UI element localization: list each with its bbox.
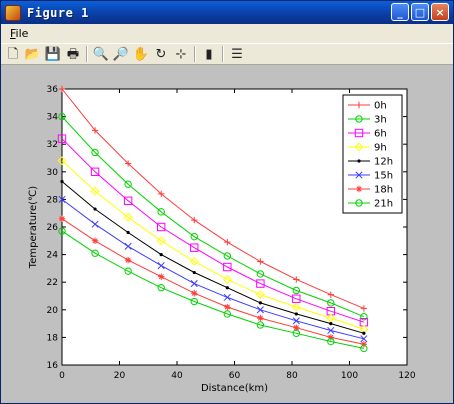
x-tick-label: 0	[59, 371, 65, 381]
legend-box	[342, 94, 403, 214]
legend: 0h 3h 6h 9h 12h 15h 18h 21h	[342, 94, 403, 214]
legend-label: 12h	[374, 157, 393, 168]
data-point	[294, 312, 298, 316]
toolbar-separator	[86, 46, 88, 62]
data-point	[362, 331, 366, 335]
figure-window: Figure 1 _ □ × File 🗋 📂 💾 🖶 🔍 🔎 ✋ ↻ ⊹ ▮ ☰ 0 20 40 60 8…	[0, 0, 454, 404]
line-chart: 0 20 40 60 80 100 120 16 18 20 22 24 26 28 30 32 34 36 Dis…	[28, 85, 416, 394]
legend-label: 0h	[374, 101, 387, 112]
open-file-icon[interactable]: 📂	[23, 44, 43, 64]
data-point	[159, 253, 163, 257]
y-tick-label: 16	[47, 361, 59, 371]
y-tick-label: 34	[47, 113, 59, 123]
window-controls: _ □ ×	[391, 3, 449, 21]
toolbar-separator	[222, 46, 224, 62]
colorbar-icon[interactable]: ▮	[199, 44, 219, 64]
maximize-button[interactable]: □	[411, 3, 429, 21]
data-point	[192, 270, 196, 275]
x-tick-label: 80	[286, 371, 298, 381]
menu-file[interactable]: File	[5, 27, 33, 40]
y-axis-label: Temperature(℃)	[28, 186, 39, 269]
window-title: Figure 1	[27, 5, 89, 20]
data-point	[93, 207, 97, 211]
y-tick-label: 20	[47, 306, 59, 316]
y-tick-label: 30	[47, 168, 59, 178]
menu-file-rest: ile	[15, 27, 29, 40]
data-point	[60, 179, 64, 184]
pan-icon[interactable]: ✋	[131, 44, 151, 64]
legend-icon[interactable]: ☰	[227, 44, 247, 64]
legend-label: 18h	[374, 185, 393, 196]
toolbar: 🗋 📂 💾 🖶 🔍 🔎 ✋ ↻ ⊹ ▮ ☰	[1, 43, 453, 65]
data-point	[258, 301, 262, 305]
legend-label: 6h	[374, 129, 387, 140]
y-tick-label: 18	[47, 333, 59, 343]
data-point	[329, 322, 333, 326]
y-tick-label: 26	[47, 223, 59, 233]
data-point	[126, 230, 130, 235]
legend-label: 3h	[374, 115, 387, 126]
rotate-3d-icon[interactable]: ↻	[151, 44, 171, 64]
x-tick-label: 40	[171, 371, 183, 381]
data-point	[357, 159, 361, 163]
x-axis-label: Distance(km)	[201, 383, 268, 394]
data-cursor-icon[interactable]: ⊹	[171, 44, 191, 64]
menu-bar: File	[1, 24, 453, 43]
legend-label: 21h	[374, 199, 393, 210]
x-tick-label: 120	[398, 371, 415, 381]
data-point	[225, 286, 229, 290]
y-tick-label: 28	[47, 195, 59, 205]
new-figure-icon[interactable]: 🗋	[3, 44, 23, 64]
save-icon[interactable]: 💾	[43, 44, 63, 64]
legend-label: 9h	[374, 143, 387, 154]
y-tick-label: 24	[47, 251, 59, 261]
y-tick-label: 36	[47, 85, 59, 95]
x-tick-label: 60	[229, 371, 241, 381]
print-icon[interactable]: 🖶	[63, 44, 83, 64]
figure-canvas: 0 20 40 60 80 100 120 16 18 20 22 24 26 28 30 32 34 36 Dis…	[1, 65, 453, 403]
minimize-button[interactable]: _	[391, 3, 409, 21]
zoom-in-icon[interactable]: 🔍	[91, 44, 111, 64]
legend-label: 15h	[374, 171, 393, 182]
title-bar[interactable]: Figure 1 _ □ ×	[1, 1, 453, 24]
matlab-icon	[5, 4, 21, 21]
zoom-out-icon[interactable]: 🔎	[111, 44, 131, 64]
y-tick-label: 32	[47, 140, 58, 150]
data-point	[58, 215, 66, 222]
y-tick-label: 22	[47, 278, 58, 288]
data-point	[224, 303, 231, 311]
x-tick-label: 20	[114, 371, 126, 381]
toolbar-separator	[194, 46, 196, 62]
x-tick-label: 100	[341, 371, 358, 381]
close-button[interactable]: ×	[431, 3, 449, 21]
